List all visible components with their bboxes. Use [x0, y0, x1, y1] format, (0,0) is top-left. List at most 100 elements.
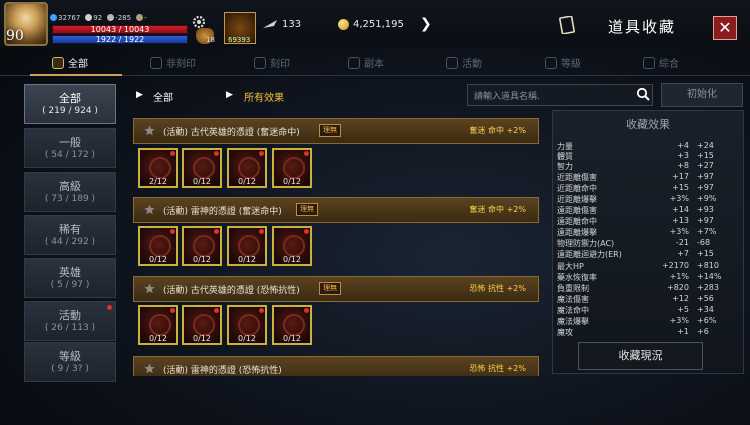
collection-list[interactable]: (活動) 古代英雄的憑證 (奮迷命中) 理無 奮迷 命中 +2% 2/12 0/…	[130, 114, 543, 376]
item-slot[interactable]: 0/12	[182, 305, 222, 345]
collection-name: (活動) 雷神的憑證 (奮迷命中)	[163, 207, 282, 217]
item-slot[interactable]: 0/12	[272, 148, 312, 188]
item-slot[interactable]: 0/12	[138, 305, 178, 345]
slot-count: 0/12	[193, 255, 211, 264]
item-slot[interactable]: 0/12	[272, 305, 312, 345]
slot-count: 0/12	[238, 255, 256, 264]
effects-title: 收藏效果	[626, 118, 670, 131]
dungeon-icon	[348, 56, 360, 69]
notification-dot	[214, 151, 219, 156]
effect-row: 魔攻 +1 +6	[557, 327, 709, 337]
collection-book-icon	[559, 16, 575, 34]
item-slot[interactable]: 0/12	[182, 148, 222, 188]
effect-filter-arrow-icon[interactable]: ▶	[226, 90, 233, 100]
level-icon	[545, 56, 557, 69]
effect-row: 遠距離命中 +13 +97	[557, 216, 714, 226]
gear-icon[interactable]	[192, 15, 206, 29]
stat-trophy: -	[136, 14, 147, 22]
item-slot[interactable]: 2/12	[138, 148, 178, 188]
tab-non-seal[interactable]: 非刻印	[150, 55, 196, 70]
item-slot[interactable]: 0/12	[227, 148, 267, 188]
event-icon	[446, 56, 458, 69]
star-icon[interactable]	[144, 283, 155, 294]
player-level: 90	[6, 28, 24, 44]
slot-count: 0/12	[149, 334, 167, 343]
collection-header[interactable]: (活動) 古代英雄的憑證 (恐怖抗性) 理無 恐怖 抗性 +2%	[133, 276, 539, 302]
search-icon[interactable]	[636, 87, 650, 101]
page-title: 道具收藏	[608, 18, 677, 36]
effect-row: 近距離傷害 +17 +97	[557, 172, 714, 182]
effect-row: 體質 +3 +15	[557, 151, 714, 161]
chevron-right-icon[interactable]: ❯	[420, 16, 432, 32]
pouch-count: 18	[206, 36, 215, 44]
search-input[interactable]: 請輸入道具名稱.	[467, 84, 653, 106]
item-slot[interactable]: 0/12	[227, 226, 267, 266]
sidebar-item-advanced[interactable]: 高級 ( 73 / 189 )	[24, 172, 116, 212]
effect-filter[interactable]: 所有效果	[244, 89, 284, 104]
item-slot[interactable]: 0/12	[182, 226, 222, 266]
category-filter[interactable]: 全部	[153, 89, 173, 104]
book-icon	[52, 56, 64, 69]
notification-dot	[259, 151, 264, 156]
effect-row: 最大HP +2170 +810	[557, 261, 719, 271]
effect-row: 藥水恢復率 +1% +14%	[557, 272, 722, 282]
notification-dot	[304, 151, 309, 156]
effect-row: 魔法命中 +5 +34	[557, 305, 714, 315]
gold-coin-icon	[338, 19, 349, 30]
collection-name: (活動) 古代英雄的憑證 (恐怖抗性)	[163, 286, 300, 296]
collection-header[interactable]: (活動) 雷神的憑證 (奮迷命中) 理無 奮迷 命中 +2%	[133, 197, 539, 223]
star-icon[interactable]	[144, 125, 155, 136]
sidebar-item-event[interactable]: 活動 ( 26 / 113 )	[24, 301, 116, 341]
slot-count: 0/12	[283, 334, 301, 343]
effect-row: 智力 +8 +27	[557, 161, 714, 171]
notification-dot	[304, 229, 309, 234]
wing-icon	[263, 20, 277, 28]
tab-all[interactable]: 全部	[52, 55, 88, 70]
notification-dot	[214, 308, 219, 313]
collection-status-button[interactable]: 收藏現況	[578, 342, 703, 370]
sidebar-item-rare[interactable]: 稀有 ( 44 / 292 )	[24, 215, 116, 255]
star-icon[interactable]	[144, 204, 155, 215]
collection-header[interactable]: (活動) 古代英雄的憑證 (奮迷命中) 理無 奮迷 命中 +2%	[133, 118, 539, 144]
category-tabs: 全部 非刻印 刻印 副本 活動 等級 綜合	[0, 52, 750, 76]
tab-dungeon[interactable]: 副本	[348, 55, 384, 70]
item-slot[interactable]: 0/12	[138, 226, 178, 266]
sidebar-item-level[interactable]: 等級 ( 9 / 3? )	[24, 342, 116, 382]
effect-row: 力量 +4 +24	[557, 141, 714, 151]
slot-count: 0/12	[238, 177, 256, 186]
sidebar-item-normal[interactable]: 一般 ( 54 / 172 )	[24, 128, 116, 168]
combined-icon	[643, 56, 655, 69]
close-button[interactable]: ✕	[713, 16, 737, 40]
sidebar-item-all[interactable]: 全部 ( 219 / 924 )	[24, 84, 116, 124]
stat-rank: -285	[107, 14, 131, 22]
item-slot[interactable]: 0/12	[227, 305, 267, 345]
tab-combined[interactable]: 綜合	[643, 55, 679, 70]
reset-button[interactable]: 初始化	[661, 83, 743, 107]
collection-effect: 奮迷 命中 +2%	[469, 205, 526, 214]
category-filter-arrow-icon[interactable]: ▶	[136, 90, 143, 100]
active-tab-indicator	[30, 74, 122, 76]
notification-dot	[170, 151, 175, 156]
collection-tag: 理無	[319, 124, 341, 137]
mp-bar: 1922 / 1922	[52, 35, 188, 44]
item-slot[interactable]: 0/12	[272, 226, 312, 266]
collection-effect: 恐怖 抗性 +2%	[469, 364, 526, 373]
collection-name: (活動) 古代英雄的憑證 (奮迷命中)	[163, 128, 300, 138]
effect-row: 負重限制 +820 +283	[557, 283, 719, 293]
player-stats: 32767 92 -285 -	[50, 14, 147, 22]
collection-effects-panel[interactable]: 收藏效果 力量 +4 +24 體質 +3 +15 智力 +8 +27 近距離傷害 +17 +97…	[552, 110, 744, 374]
slot-count: 0/12	[283, 177, 301, 186]
notification-dot	[170, 229, 175, 234]
slot-count: 0/12	[283, 255, 301, 264]
collection-header[interactable]: (活動) 雷神的憑證 (恐怖抗性) 恐怖 抗性 +2%	[133, 356, 539, 376]
tab-seal[interactable]: 刻印	[254, 55, 290, 70]
stat-currency: 32767	[50, 14, 80, 22]
star-icon[interactable]	[144, 363, 155, 374]
tab-event[interactable]: 活動	[446, 55, 482, 70]
tab-level[interactable]: 等級	[545, 55, 581, 70]
effect-row: 近距離命中 +15 +97	[557, 183, 714, 193]
sidebar-item-hero[interactable]: 英雄 ( 5 / 97 )	[24, 258, 116, 298]
collection-name: (活動) 雷神的憑證 (恐怖抗性)	[163, 366, 282, 376]
collection-tag: 理無	[319, 282, 341, 295]
notification-dot	[259, 229, 264, 234]
